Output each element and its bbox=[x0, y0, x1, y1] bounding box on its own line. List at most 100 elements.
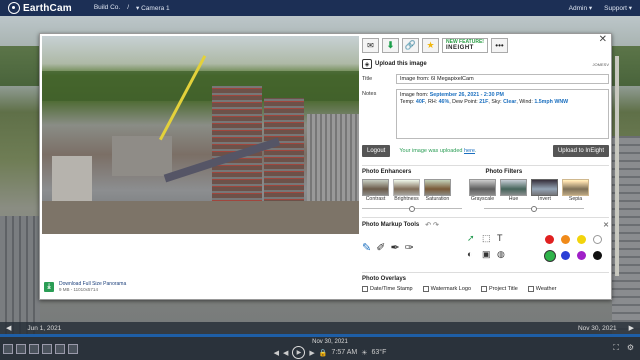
prev-icon[interactable]: ◀ bbox=[283, 349, 288, 357]
email-icon[interactable]: ✉ bbox=[362, 38, 379, 53]
support-menu[interactable]: Support ▾ bbox=[604, 4, 632, 12]
grayscale-thumb bbox=[469, 179, 496, 196]
color-red[interactable] bbox=[545, 235, 554, 244]
breadcrumb-camera[interactable]: ▾ Camera 1 bbox=[136, 4, 170, 12]
pen-icon[interactable]: ✎ bbox=[362, 241, 371, 263]
color-white[interactable] bbox=[593, 235, 602, 244]
title-input[interactable]: Image from: 6I MegapixelCam bbox=[396, 74, 609, 84]
notes-dew: 21F bbox=[479, 99, 489, 105]
enhancer-label: Brightness bbox=[394, 196, 419, 202]
ineight-feature-button[interactable]: NEW FEATURE! INEIGHT bbox=[442, 38, 488, 53]
thumb-gap bbox=[455, 179, 465, 202]
notes-dew-label: , Dew Point: bbox=[449, 99, 480, 105]
more-icon[interactable]: ••• bbox=[490, 38, 508, 53]
color-blue[interactable] bbox=[561, 251, 570, 260]
color-black[interactable] bbox=[593, 251, 602, 260]
enhancer-contrast[interactable]: Contrast bbox=[362, 179, 389, 202]
color-purple[interactable] bbox=[577, 251, 586, 260]
breadcrumb-camera-label: Camera 1 bbox=[141, 5, 170, 12]
overlay-project-title[interactable]: Project Title bbox=[481, 286, 518, 292]
checkbox[interactable] bbox=[481, 286, 488, 292]
color-orange[interactable] bbox=[561, 235, 570, 244]
playback-center: Nov 30, 2021 ◀ ◀ ▶ ▶ 🔒 7:57 AM ☀ 63°F bbox=[270, 339, 390, 359]
logout-button[interactable]: Logout bbox=[362, 145, 391, 157]
slider-gap bbox=[462, 206, 484, 211]
gallery-icon[interactable] bbox=[16, 343, 26, 354]
photo-building-1 bbox=[112, 136, 172, 176]
download-icon: ⤓ bbox=[44, 281, 54, 292]
rectangle-icon[interactable]: ⬚ bbox=[482, 233, 495, 247]
notes-prefix: Image from: bbox=[400, 92, 430, 98]
stamp-icon[interactable]: ◍ bbox=[497, 249, 510, 263]
image-view-icon[interactable] bbox=[3, 343, 13, 354]
filled-rectangle-icon[interactable]: ▣ bbox=[482, 249, 495, 263]
upload-actions: Logout Your image was uploaded here. Upl… bbox=[362, 145, 609, 157]
filter-sliders bbox=[362, 206, 609, 212]
clock-icon[interactable] bbox=[68, 343, 78, 354]
undo-redo-icon[interactable]: ↶ ↷ bbox=[425, 221, 439, 229]
top-nav: EarthCam Build Co. / ▾ Camera 1 Admin ▾ … bbox=[0, 0, 640, 16]
filter-label: Invert bbox=[538, 196, 551, 202]
upload-to-ineight-button[interactable]: Upload to InEight bbox=[552, 145, 609, 157]
checkbox[interactable] bbox=[362, 286, 368, 292]
step-back-icon[interactable]: ◀ bbox=[274, 349, 279, 357]
brush-icon[interactable]: ✒ bbox=[390, 241, 399, 263]
filter-hue[interactable]: Hue bbox=[500, 179, 527, 202]
download-panorama[interactable]: ⤓ Download Full Size Panorama 9 MB - 110… bbox=[44, 281, 126, 292]
play-icon[interactable]: ▶ bbox=[292, 346, 306, 359]
color-yellow[interactable] bbox=[577, 235, 586, 244]
notes-row: Notes Image from: September 26, 2021 - 2… bbox=[362, 89, 609, 139]
camera-photo bbox=[42, 36, 359, 234]
upload-success-suffix: . bbox=[475, 148, 477, 154]
panorama-icon[interactable] bbox=[29, 343, 39, 354]
background-crane bbox=[615, 56, 619, 276]
download-arrow-icon[interactable]: ⬇ bbox=[382, 38, 399, 53]
circle-icon[interactable]: ◐ bbox=[467, 249, 480, 263]
overlay-watermark[interactable]: Watermark Logo bbox=[422, 286, 471, 292]
filter-slider[interactable] bbox=[484, 206, 584, 212]
upload-header: ◈ Upload this image JOMESV bbox=[362, 59, 609, 69]
overlay-datetime[interactable]: Date/Time Stamp bbox=[362, 286, 413, 292]
markup-close-icon[interactable]: ✕ bbox=[603, 221, 609, 229]
overlay-weather[interactable]: Weather bbox=[527, 286, 556, 292]
enhancer-slider[interactable] bbox=[362, 206, 462, 212]
text-icon[interactable]: T bbox=[497, 233, 510, 247]
uploaded-here-link[interactable]: here bbox=[464, 148, 475, 154]
compare-icon[interactable] bbox=[42, 343, 52, 354]
link-icon[interactable]: 🔗 bbox=[402, 38, 419, 53]
breadcrumb-company[interactable]: Build Co. bbox=[94, 4, 120, 12]
enhancer-saturation[interactable]: Saturation bbox=[424, 179, 451, 202]
notes-textarea[interactable]: Image from: September 26, 2021 - 2:30 PM… bbox=[396, 89, 609, 139]
enhancer-brightness[interactable]: Brightness bbox=[393, 179, 420, 202]
fullscreen-icon[interactable]: ⛶ bbox=[613, 343, 619, 353]
filter-grayscale[interactable]: Grayscale bbox=[469, 179, 496, 202]
upload-success-text: Your image was uploaded bbox=[399, 148, 464, 154]
lock-icon[interactable]: 🔒 bbox=[319, 349, 328, 357]
arrow-icon[interactable]: ➚ bbox=[467, 233, 480, 247]
enhancer-slider-knob[interactable] bbox=[409, 206, 415, 212]
marker-icon[interactable]: ✐ bbox=[376, 241, 385, 263]
filter-label: Grayscale bbox=[470, 196, 495, 202]
camera-snapshot-icon[interactable] bbox=[55, 343, 65, 354]
spray-icon[interactable]: ✑ bbox=[405, 241, 414, 263]
settings-icon[interactable]: ⚙ bbox=[627, 343, 634, 353]
timeline-right-icon[interactable]: ▶ bbox=[629, 324, 634, 332]
contrast-thumb bbox=[362, 179, 389, 196]
upload-icon: ◈ bbox=[362, 59, 372, 69]
filter-slider-knob[interactable] bbox=[531, 206, 537, 212]
star-icon[interactable]: ★ bbox=[422, 38, 439, 53]
filter-invert[interactable]: Invert bbox=[531, 179, 558, 202]
filter-sepia[interactable]: Sepia bbox=[562, 179, 589, 202]
earthcam-logo[interactable]: EarthCam bbox=[8, 2, 72, 14]
notes-temp-label: Temp: bbox=[400, 99, 416, 105]
breadcrumb: Build Co. / ▾ Camera 1 bbox=[94, 4, 170, 12]
color-green-selected[interactable] bbox=[544, 250, 556, 262]
saturation-thumb bbox=[424, 179, 451, 196]
next-icon[interactable]: ▶ bbox=[309, 349, 314, 357]
upload-title: Upload this image bbox=[375, 61, 427, 67]
checkbox[interactable] bbox=[527, 286, 534, 292]
timeline-left-icon[interactable]: ◀ bbox=[6, 324, 11, 332]
timeline-bar[interactable]: ◀ Jun 1, 2021 Nov 30, 2021 ▶ bbox=[0, 322, 640, 334]
admin-menu[interactable]: Admin ▾ bbox=[569, 4, 593, 12]
checkbox[interactable] bbox=[422, 286, 429, 292]
